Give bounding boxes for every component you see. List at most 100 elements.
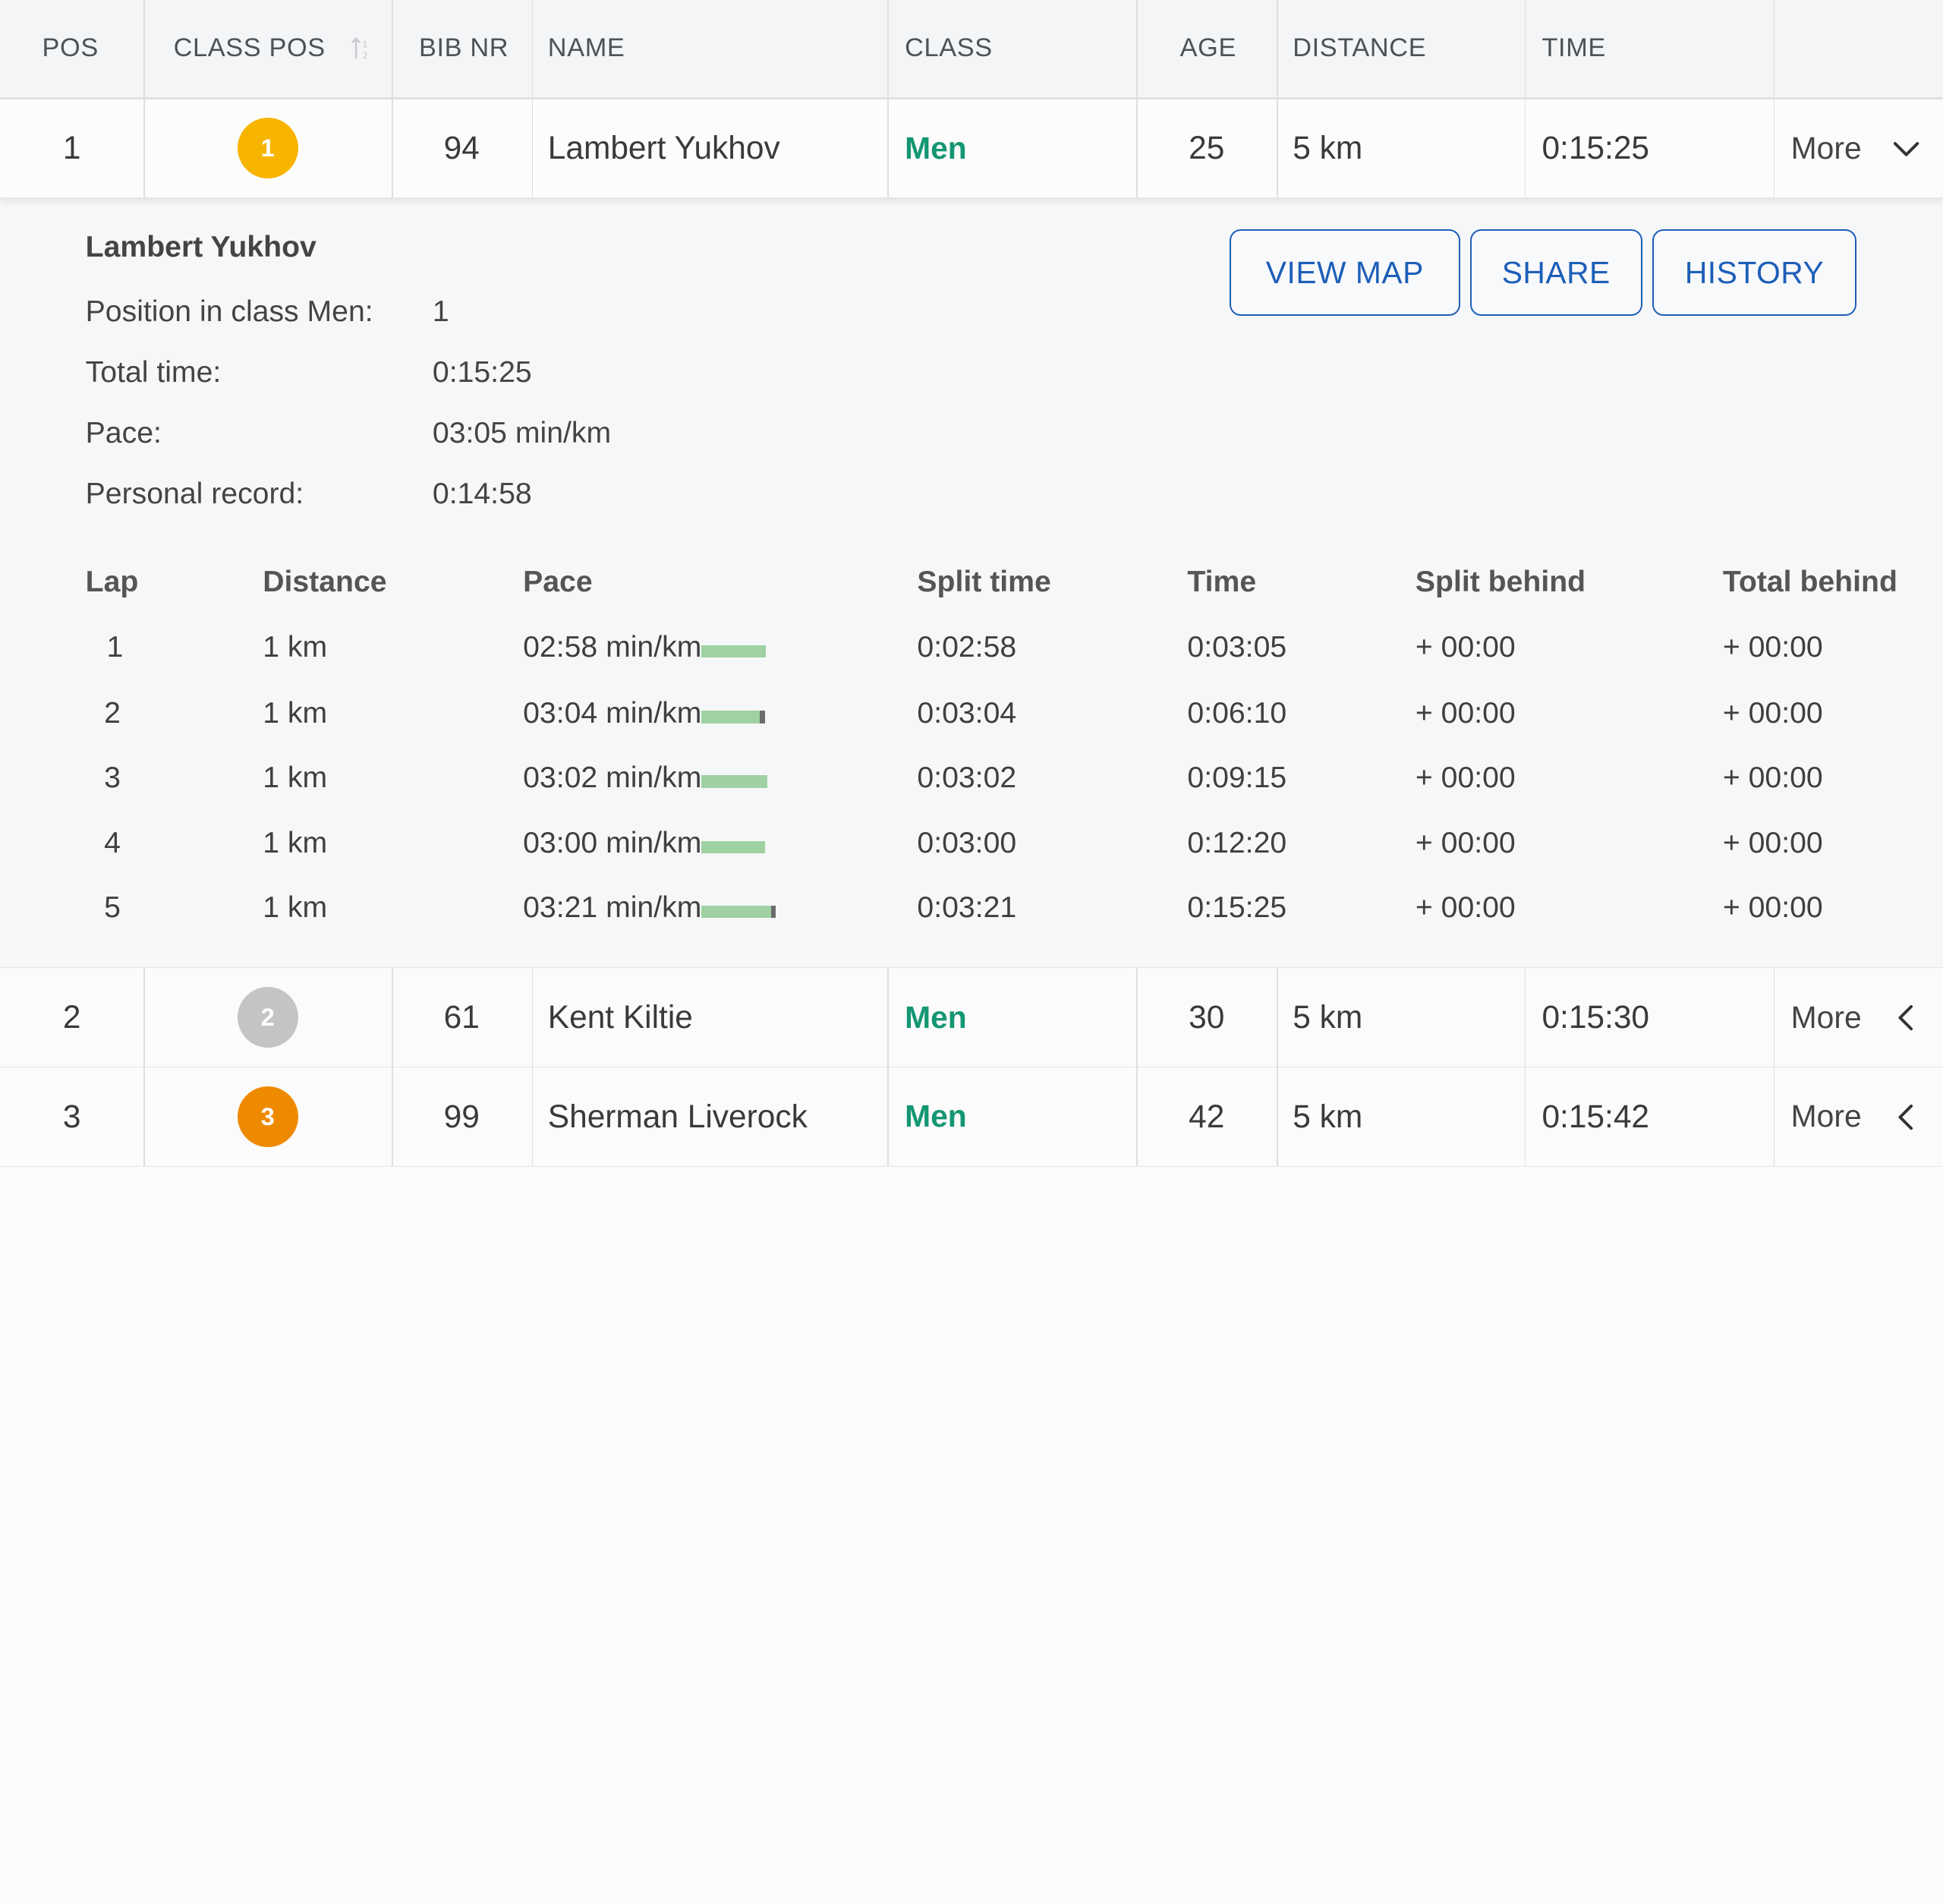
- class-cell: Men: [905, 968, 967, 1067]
- col-bib-label: BIB NR: [418, 33, 509, 63]
- details-value: 03:05 min/km: [432, 416, 612, 449]
- lap-pace-cell: 03:02 min/km: [523, 761, 767, 795]
- row-distance: 5 km: [1293, 999, 1363, 1036]
- row-time: 0:15:42: [1541, 1098, 1650, 1134]
- more-label: More: [1790, 1099, 1862, 1134]
- col-bib-header[interactable]: BIB NR: [419, 0, 509, 97]
- lap-time: 0:12:20: [1187, 827, 1287, 860]
- details-label: Position in class Men:: [85, 295, 373, 328]
- lap-number: 5: [104, 891, 121, 925]
- row-age: 30: [1189, 999, 1225, 1036]
- col-class-label: CLASS: [905, 33, 993, 63]
- lap-total-behind: + 00:00: [1722, 761, 1823, 794]
- details-value: 0:14:58: [432, 477, 532, 510]
- lap-pace: 03:21 min/km: [523, 891, 702, 925]
- table-row[interactable]: 1 1 94 Lambert Yukhov Men 25 5 km 0:15:2…: [0, 99, 1943, 199]
- lap-split-time: 0:03:02: [917, 761, 1017, 794]
- view-map-button[interactable]: VIEW MAP: [1229, 229, 1460, 317]
- col-pos-header[interactable]: POS: [43, 0, 99, 97]
- class-cell: Men: [905, 99, 967, 198]
- col-class-pos-header[interactable]: CLASS POS: [174, 0, 326, 97]
- sort-icon[interactable]: 1 2: [350, 35, 375, 62]
- row-age: 25: [1189, 130, 1225, 166]
- lap-split-time: 0:03:04: [917, 696, 1017, 730]
- pace-bar: [701, 711, 765, 723]
- lap-pace: 03:04 min/km: [523, 696, 702, 730]
- lap-total-behind: + 00:00: [1722, 631, 1823, 664]
- lap-pace: 03:00 min/km: [523, 827, 702, 860]
- laps-col-pace: Pace: [523, 565, 593, 598]
- laps-col-distance: Distance: [263, 565, 387, 598]
- row-class: Men: [905, 1099, 967, 1134]
- details-athlete-name: Lambert Yukhov: [85, 230, 316, 263]
- lap-pace-cell: 03:21 min/km: [523, 891, 776, 925]
- lap-split-time: 0:03:21: [917, 891, 1017, 925]
- details-label: Personal record:: [85, 477, 304, 510]
- more-label: More: [1790, 999, 1862, 1035]
- col-class-header[interactable]: CLASS: [905, 0, 993, 97]
- col-pos-label: POS: [42, 33, 99, 63]
- col-time-header[interactable]: TIME: [1541, 0, 1606, 97]
- gold-medal-badge: 1: [237, 118, 298, 179]
- lap-time: 0:09:15: [1187, 761, 1287, 794]
- lap-distance: 1 km: [263, 891, 328, 925]
- row-pos: 2: [62, 999, 81, 1036]
- lap-number: 4: [104, 827, 121, 860]
- more-toggle[interactable]: More: [1791, 99, 1862, 198]
- details-label: Pace:: [85, 416, 162, 449]
- lap-distance: 1 km: [263, 696, 328, 730]
- laps-col-lap: Lap: [85, 565, 139, 598]
- class-cell: Men: [905, 1067, 967, 1166]
- lap-pace: 02:58 min/km: [523, 631, 702, 664]
- class-pos-cell: 2: [143, 968, 392, 1067]
- chevron-left-icon[interactable]: [1890, 1101, 1922, 1133]
- lap-number: 3: [104, 761, 121, 794]
- laps-col-split-behind: Split behind: [1415, 565, 1586, 598]
- lap-split-behind: + 00:00: [1415, 696, 1516, 730]
- share-button[interactable]: SHARE: [1469, 229, 1642, 317]
- details-label: Total time:: [85, 355, 222, 389]
- lap-split-behind: + 00:00: [1415, 761, 1516, 794]
- lap-distance: 1 km: [263, 827, 328, 860]
- col-time-label: TIME: [1541, 33, 1606, 63]
- class-pos-cell: 3: [143, 1067, 392, 1166]
- row-bib: 94: [443, 130, 480, 166]
- col-age-label: AGE: [1179, 33, 1236, 63]
- row-age: 42: [1189, 1098, 1225, 1134]
- table-header: POS CLASS POS 1 2 BIB NR NAME CLASS AGE …: [0, 0, 1943, 99]
- col-distance-header[interactable]: DISTANCE: [1293, 0, 1426, 97]
- details-value: 1: [432, 295, 449, 328]
- lap-split-time: 0:03:00: [917, 827, 1017, 860]
- more-toggle[interactable]: More: [1791, 968, 1862, 1067]
- details-value: 0:15:25: [432, 355, 532, 389]
- table-row[interactable]: 3 3 99 Sherman Liverock Men 42 5 km 0:15…: [0, 1067, 1943, 1167]
- lap-time: 0:03:05: [1187, 631, 1287, 664]
- chevron-down-icon[interactable]: [1890, 133, 1922, 165]
- lap-pace: 03:02 min/km: [523, 761, 702, 794]
- lap-total-behind: + 00:00: [1722, 696, 1823, 730]
- lap-split-behind: + 00:00: [1415, 827, 1516, 860]
- class-pos-cell: 1: [143, 99, 392, 198]
- lap-pace-cell: 02:58 min/km: [523, 631, 767, 664]
- row-time: 0:15:30: [1541, 999, 1650, 1036]
- col-age-header[interactable]: AGE: [1180, 0, 1236, 97]
- col-name-header[interactable]: NAME: [548, 0, 625, 97]
- more-toggle[interactable]: More: [1791, 1067, 1862, 1166]
- laps-col-time: Time: [1187, 565, 1257, 598]
- row-name: Sherman Liverock: [547, 1098, 808, 1134]
- lap-distance: 1 km: [263, 631, 328, 664]
- row-class: Men: [905, 130, 967, 165]
- lap-split-time: 0:02:58: [917, 631, 1017, 664]
- more-label: More: [1790, 130, 1862, 165]
- chevron-left-icon[interactable]: [1890, 1001, 1922, 1033]
- lap-time: 0:06:10: [1187, 696, 1287, 730]
- bronze-medal-badge: 3: [237, 1086, 298, 1147]
- lap-time: 0:15:25: [1187, 891, 1287, 925]
- history-button[interactable]: HISTORY: [1652, 229, 1857, 317]
- row-pos: 1: [62, 130, 81, 166]
- table-row[interactable]: 2 2 61 Kent Kiltie Men 30 5 km 0:15:30 M…: [0, 968, 1943, 1067]
- row-distance: 5 km: [1293, 1098, 1363, 1134]
- row-bib: 99: [443, 1098, 480, 1134]
- lap-number: 1: [106, 631, 124, 664]
- row-class: Men: [905, 999, 967, 1035]
